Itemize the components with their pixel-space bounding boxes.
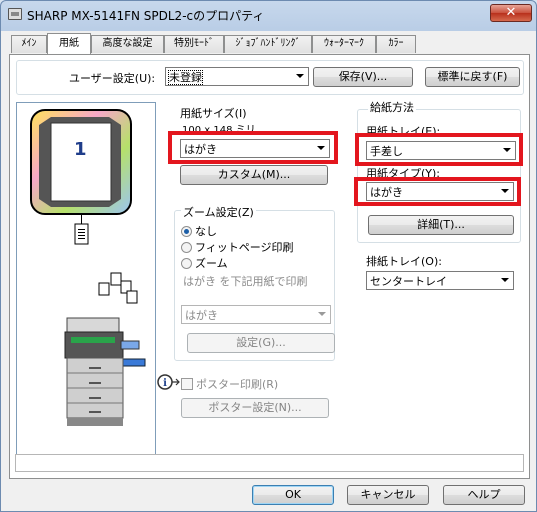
copies-icon <box>98 272 138 304</box>
printer-image <box>64 317 146 426</box>
highlight-paper-size <box>168 131 338 164</box>
radio-selected-icon <box>181 226 192 237</box>
page-sheet <box>50 122 112 202</box>
zoom-hint: はがき を下記用紙で印刷 <box>183 275 308 288</box>
paper-preview: 1 <box>16 102 156 472</box>
document-icon <box>74 223 89 245</box>
zoom-zoom-label: ズーム <box>195 257 228 270</box>
close-button[interactable]: ✕ <box>490 4 532 22</box>
radio-icon <box>181 258 192 269</box>
status-bar <box>15 454 524 472</box>
tab-watermark[interactable]: ｳｫｰﾀｰﾏｰｸ <box>312 35 376 53</box>
save-button[interactable]: 保存(V)... <box>313 67 413 87</box>
chevron-down-icon <box>501 278 509 282</box>
output-tray-label: 排紙トレイ(O): <box>366 255 442 268</box>
highlight-paper-type <box>354 177 521 206</box>
radio-icon <box>181 242 192 253</box>
poster-print-checkbox[interactable]: ポスター印刷(R) <box>181 376 278 392</box>
zoom-group: ズーム設定(Z) なし フィットページ印刷 ズーム はがき を下記用紙で印刷 は… <box>174 204 335 361</box>
cancel-button[interactable]: キャンセル <box>347 485 429 505</box>
feed-group-title: 給紙方法 <box>368 99 416 115</box>
poster-print-label: ポスター印刷(R) <box>196 378 279 391</box>
svg-text:i: i <box>163 378 167 389</box>
user-settings-group: ユーザー設定(U): 未登録 保存(V)... 標準に戻す(F) <box>16 60 524 95</box>
info-icon: i <box>157 374 180 390</box>
help-button[interactable]: ヘルプ <box>443 485 525 505</box>
paper-tab-panel: ユーザー設定(U): 未登録 保存(V)... 標準に戻す(F) 1 用紙サイズ… <box>9 54 530 479</box>
user-settings-value: 未登録 <box>168 70 203 85</box>
zoom-target-value: はがき <box>185 309 218 322</box>
output-tray-select[interactable]: センタートレイ <box>366 271 514 290</box>
custom-size-button[interactable]: カスタム(M)... <box>180 165 328 185</box>
zoom-none-label: なし <box>195 225 217 238</box>
title-bar: SHARP MX-5141FN SPDL2-cのプロパティ ✕ <box>1 1 536 29</box>
tab-advanced[interactable]: 高度な設定 <box>91 35 164 53</box>
tab-main[interactable]: ﾒｲﾝ <box>11 35 47 53</box>
chevron-down-icon <box>296 74 304 78</box>
zoom-zoom-radio[interactable]: ズーム <box>181 255 228 271</box>
tab-color[interactable]: ｶﾗｰ <box>376 35 416 53</box>
zoom-group-title: ズーム設定(Z) <box>181 204 256 220</box>
restore-default-button[interactable]: 標準に戻す(F) <box>425 67 520 87</box>
zoom-target-select[interactable]: はがき <box>181 305 331 324</box>
properties-dialog: SHARP MX-5141FN SPDL2-cのプロパティ ✕ ﾒｲﾝ 用紙 高… <box>0 0 537 512</box>
zoom-fit-page-radio[interactable]: フィットページ印刷 <box>181 239 294 255</box>
tab-special-mode[interactable]: 特別ﾓｰﾄﾞ <box>164 35 224 53</box>
tab-paper[interactable]: 用紙 <box>47 33 91 54</box>
tab-job-handling[interactable]: ｼﾞｮﾌﾞﾊﾝﾄﾞﾘﾝｸﾞ <box>224 35 312 53</box>
paper-detail-button[interactable]: 詳細(T)... <box>368 215 514 235</box>
window-title: SHARP MX-5141FN SPDL2-cのプロパティ <box>27 9 265 23</box>
output-tray-value: センタートレイ <box>370 275 447 288</box>
zoom-none-radio[interactable]: なし <box>181 223 217 239</box>
highlight-paper-tray <box>355 133 523 166</box>
user-settings-label: ユーザー設定(U): <box>69 72 156 85</box>
checkbox-icon <box>181 378 193 390</box>
zoom-fit-page-label: フィットページ印刷 <box>195 241 294 254</box>
page-number: 1 <box>74 139 87 160</box>
printer-icon <box>8 8 22 20</box>
user-settings-select[interactable]: 未登録 <box>165 67 309 86</box>
ok-button[interactable]: OK <box>252 485 334 505</box>
poster-settings-button[interactable]: ポスター設定(N)... <box>181 398 329 418</box>
zoom-settings-button[interactable]: 設定(G)... <box>187 333 335 353</box>
chevron-down-icon <box>318 312 326 316</box>
paper-size-label: 用紙サイズ(I) <box>180 107 247 120</box>
